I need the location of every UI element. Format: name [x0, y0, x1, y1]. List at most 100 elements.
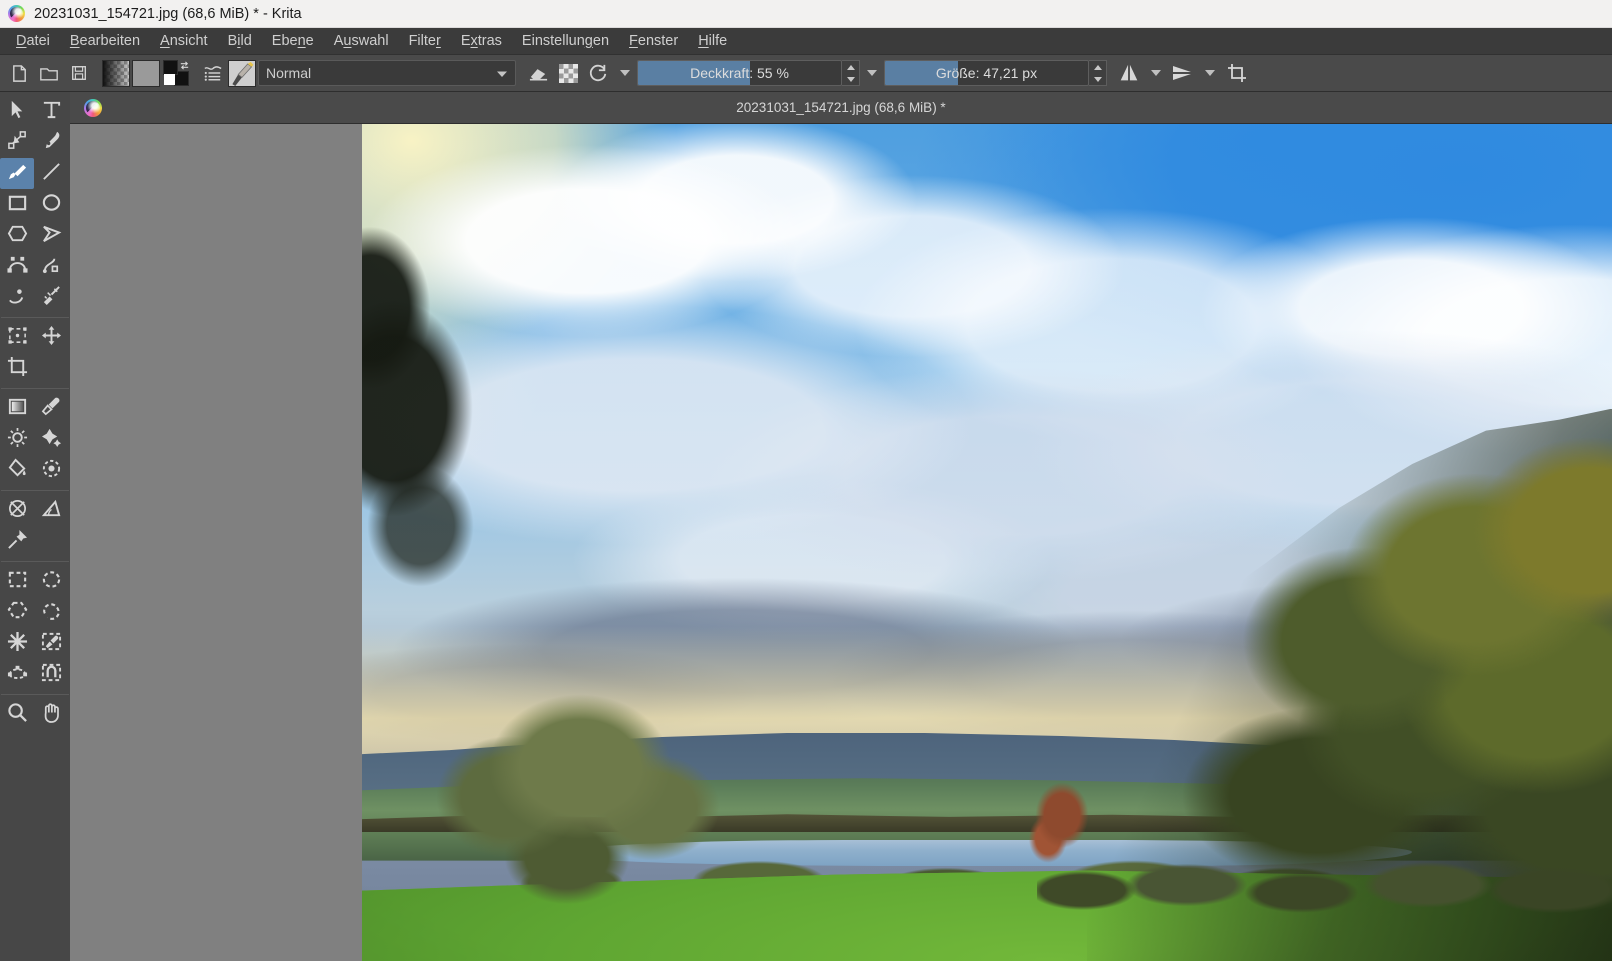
- blend-mode-dropdown[interactable]: Normal: [258, 60, 516, 86]
- tool-select-freehand[interactable]: [34, 597, 68, 628]
- krita-document-icon: [84, 99, 102, 117]
- move-tool-icon: [41, 325, 62, 351]
- toolbox-separator: [1, 561, 69, 562]
- tool-text[interactable]: [34, 96, 68, 127]
- multibrush-icon: [41, 285, 62, 311]
- menu-item-bearbeiten[interactable]: Bearbeiten: [60, 30, 150, 52]
- tool-select-rect[interactable]: [0, 566, 34, 597]
- tool-zoom[interactable]: [0, 699, 34, 730]
- tool-select-magnetic[interactable]: [34, 659, 68, 690]
- menu-item-einstellungen[interactable]: Einstellungen: [512, 30, 619, 52]
- tool-gradient[interactable]: [0, 393, 34, 424]
- spinner-down-icon[interactable]: [847, 77, 855, 82]
- opacity-spinner[interactable]: [842, 60, 860, 86]
- tool-line[interactable]: [34, 158, 68, 189]
- colorize-mask-icon: [7, 427, 28, 453]
- tool-dynamic-brush[interactable]: [0, 282, 34, 313]
- brush-options-chevron-icon[interactable]: [620, 70, 630, 76]
- tool-select-similar[interactable]: [34, 628, 68, 659]
- tool-fill[interactable]: [0, 455, 34, 486]
- window-title: 20231031_154721.jpg (68,6 MiB) * - Krita: [34, 6, 302, 22]
- tool-freehand-brush[interactable]: [0, 158, 34, 189]
- pattern-swatch[interactable]: [132, 60, 160, 87]
- tool-calligraphy[interactable]: [34, 127, 68, 158]
- application-body: 20231031_154721.jpg (68,6 MiB) *: [0, 92, 1612, 961]
- tool-assistant-edit[interactable]: [0, 495, 34, 526]
- size-slider[interactable]: Größe: 47,21 px: [884, 60, 1089, 86]
- reload-preset-icon[interactable]: [583, 58, 613, 88]
- menu-item-extras[interactable]: Extras: [451, 30, 512, 52]
- tool-multibrush[interactable]: [34, 282, 68, 313]
- swap-colors-icon[interactable]: [179, 58, 190, 76]
- tool-colorize-mask[interactable]: [0, 424, 34, 455]
- tool-transform[interactable]: [0, 322, 34, 353]
- chevron-down-icon: [496, 65, 508, 81]
- tool-reference-images[interactable]: [0, 526, 34, 557]
- mirror-vertical-icon[interactable]: [1168, 58, 1198, 88]
- magnifier-icon: [7, 702, 28, 728]
- opacity-label: Deckkraft: 55 %: [690, 65, 789, 81]
- tool-ellipse[interactable]: [34, 189, 68, 220]
- tool-measure[interactable]: [34, 495, 68, 526]
- mirror-v-chevron-icon[interactable]: [1205, 70, 1215, 76]
- tool-select-polygon[interactable]: [0, 597, 34, 628]
- spinner-down-icon[interactable]: [1094, 77, 1102, 82]
- transform-tool-icon: [7, 325, 28, 351]
- tool-rectangle[interactable]: [0, 189, 34, 220]
- gradient-tool-icon: [7, 396, 28, 422]
- size-spinner[interactable]: [1089, 60, 1107, 86]
- main-toolbar: Normal Deckkraft: 55 % Größe: 47,21 px: [0, 55, 1612, 92]
- crop-tool-icon: [7, 356, 28, 382]
- document-tab-bar: 20231031_154721.jpg (68,6 MiB) *: [70, 92, 1612, 124]
- opacity-options-chevron-icon[interactable]: [867, 70, 877, 76]
- menu-item-auswahl[interactable]: Auswahl: [324, 30, 399, 52]
- tool-select-bezier[interactable]: [0, 659, 34, 690]
- menu-item-filter[interactable]: Filter: [399, 30, 451, 52]
- tool-polyline[interactable]: [34, 220, 68, 251]
- spinner-up-icon[interactable]: [847, 65, 855, 70]
- eraser-icon[interactable]: [523, 58, 553, 88]
- brush-settings-icon[interactable]: [198, 58, 228, 88]
- menu-item-hilfe[interactable]: Hilfe: [688, 30, 737, 52]
- tool-bezier-curve[interactable]: [0, 251, 34, 282]
- tool-smart-patch[interactable]: [34, 424, 68, 455]
- toolbar-separator: [94, 58, 101, 88]
- brush-preset-icon[interactable]: [228, 60, 256, 87]
- toolbar-separator: [191, 58, 198, 88]
- tool-polygon[interactable]: [0, 220, 34, 251]
- save-floppy-icon[interactable]: [64, 58, 94, 88]
- menu-item-datei[interactable]: Datei: [6, 30, 60, 52]
- menu-bar: DateiBearbeitenAnsichtBildEbeneAuswahlFi…: [0, 28, 1612, 55]
- wraparound-mode-icon[interactable]: [1222, 58, 1252, 88]
- tool-select-contiguous[interactable]: [0, 628, 34, 659]
- gradient-swatch[interactable]: [102, 60, 130, 87]
- tool-select-shapes[interactable]: [0, 96, 34, 127]
- new-document-icon[interactable]: [4, 58, 34, 88]
- tool-color-picker[interactable]: [34, 393, 68, 424]
- tool-move[interactable]: [34, 322, 68, 353]
- menu-item-fenster[interactable]: Fenster: [619, 30, 688, 52]
- tool-edit-shapes[interactable]: [0, 127, 34, 158]
- tool-enclose-fill[interactable]: [34, 455, 68, 486]
- canvas-viewport[interactable]: [70, 124, 1612, 961]
- paint-brush-icon: [7, 161, 28, 187]
- menu-item-bild[interactable]: Bild: [218, 30, 262, 52]
- opacity-slider[interactable]: Deckkraft: 55 %: [637, 60, 842, 86]
- foreground-background-color-icon[interactable]: [161, 58, 191, 88]
- tool-select-ellipse[interactable]: [34, 566, 68, 597]
- menu-item-ansicht[interactable]: Ansicht: [150, 30, 218, 52]
- menu-item-ebene[interactable]: Ebene: [262, 30, 324, 52]
- tool-crop[interactable]: [0, 353, 34, 384]
- fill-bucket-icon: [7, 458, 28, 484]
- mirror-h-chevron-icon[interactable]: [1151, 70, 1161, 76]
- tool-pan[interactable]: [34, 699, 68, 730]
- tool-freehand-path[interactable]: [34, 251, 68, 282]
- document-image[interactable]: [362, 124, 1612, 961]
- spinner-up-icon[interactable]: [1094, 65, 1102, 70]
- mirror-horizontal-icon[interactable]: [1114, 58, 1144, 88]
- ellipse-tool-icon: [41, 192, 62, 218]
- select-ellipse-icon: [41, 569, 62, 595]
- open-folder-icon[interactable]: [34, 58, 64, 88]
- alpha-lock-checker-icon[interactable]: [553, 58, 583, 88]
- document-tab-title[interactable]: 20231031_154721.jpg (68,6 MiB) *: [70, 100, 1612, 115]
